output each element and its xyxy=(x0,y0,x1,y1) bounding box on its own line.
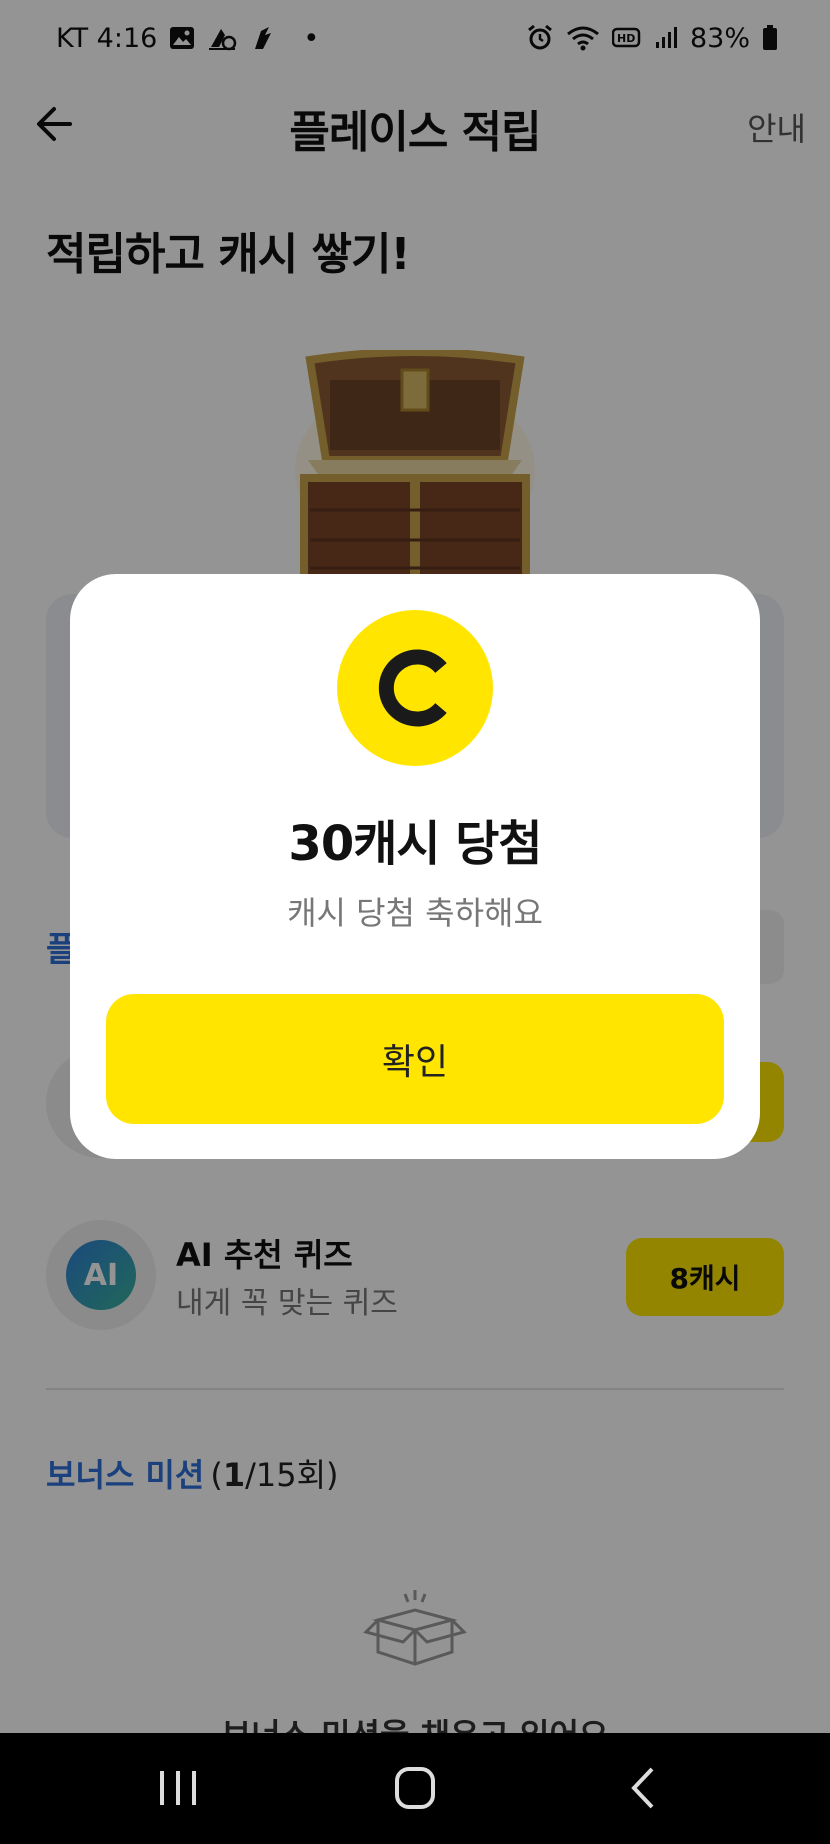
coin-letter-c xyxy=(378,649,447,727)
modal-title: 30캐시 당첨 xyxy=(288,816,542,872)
home-icon[interactable] xyxy=(385,1763,445,1813)
recent-apps-icon[interactable] xyxy=(148,1763,208,1813)
back-nav-icon[interactable] xyxy=(614,1763,674,1813)
cash-coin-icon xyxy=(337,610,493,766)
modal-subtitle: 캐시 당첨 축하해요 xyxy=(287,894,543,932)
confirm-button[interactable]: 확인 xyxy=(106,994,724,1124)
system-nav-bar xyxy=(0,1733,830,1844)
reward-modal: 30캐시 당첨 캐시 당첨 축하해요 확인 xyxy=(70,574,760,1159)
